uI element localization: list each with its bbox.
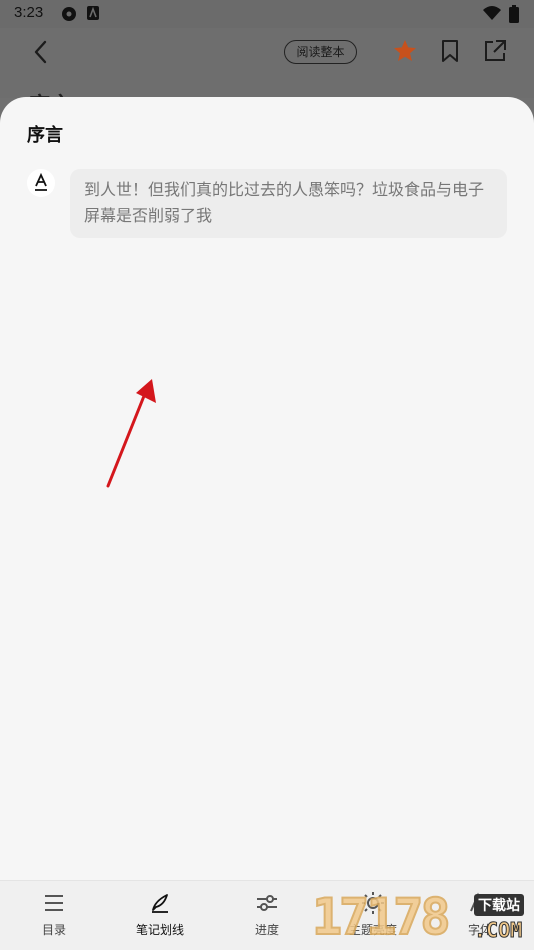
site-watermark: 17178 下载站 .COM — [308, 880, 534, 950]
font-note-icon — [27, 169, 55, 197]
share-icon[interactable] — [482, 38, 508, 64]
reader-top-bar: 阅读整本 序言 — [0, 28, 534, 119]
slider-icon — [257, 895, 277, 911]
star-icon[interactable] — [392, 38, 418, 64]
nav-label-progress: 进度 — [254, 923, 279, 937]
read-whole-book-button[interactable]: 阅读整本 — [284, 40, 357, 64]
nav-label-notes: 笔记划线 — [135, 923, 184, 937]
app-notification-icon-2 — [87, 6, 99, 20]
pen-icon — [152, 894, 168, 913]
status-time: 3:23 — [14, 4, 44, 21]
note-text: 到人世！但我们真的比过去的人愚笨吗？垃圾食品与电子屏幕是否削弱了我 — [84, 180, 485, 225]
watermark-digits: 17178 — [311, 887, 451, 947]
notes-bottom-sheet: 序言 到人世！但我们真的比过去的人愚笨吗？垃圾食品与电子屏幕是否削弱了我 — [0, 97, 534, 880]
sheet-title: 序言 — [27, 125, 63, 146]
nav-item-notes[interactable]: 笔记划线 — [120, 891, 200, 938]
note-item[interactable]: 到人世！但我们真的比过去的人愚笨吗？垃圾食品与电子屏幕是否削弱了我 — [70, 169, 507, 238]
bookmark-icon[interactable] — [437, 38, 463, 64]
app-notification-icon — [62, 7, 76, 21]
list-icon — [45, 895, 63, 911]
status-bar: 3:23 — [0, 0, 534, 28]
wifi-icon — [483, 6, 501, 20]
nav-label-toc: 目录 — [41, 923, 66, 937]
watermark-tag: 下载站 — [474, 894, 524, 916]
nav-item-progress[interactable]: 进度 — [227, 891, 307, 938]
back-icon[interactable] — [28, 38, 56, 66]
annotation-arrow-icon — [106, 379, 156, 488]
watermark-domain: .COM — [473, 918, 523, 943]
battery-icon — [509, 5, 519, 23]
nav-item-toc[interactable]: 目录 — [14, 891, 94, 938]
